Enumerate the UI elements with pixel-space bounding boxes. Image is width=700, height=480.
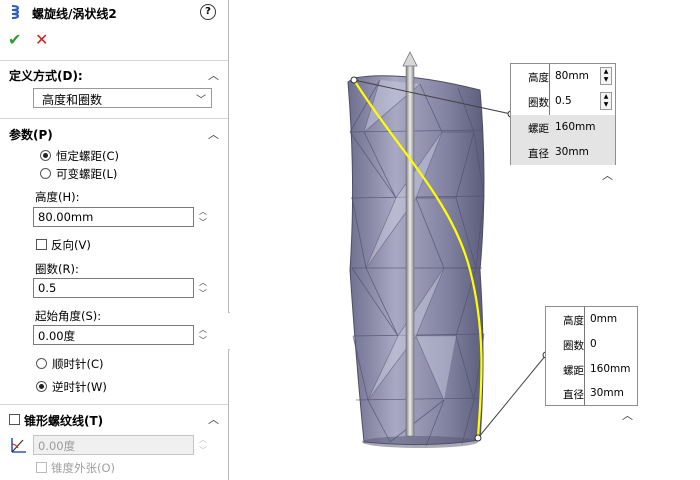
clockwise-label: 顺时针(C) (52, 357, 104, 371)
callout-top[interactable]: 高度 80mm ▲ ▼ 圈数 0.5 ▲ ▼ 螺距 160mm 直径 30mm (510, 63, 616, 165)
chevron-up-icon[interactable]: ︿ (197, 206, 209, 217)
axis-arrow-icon[interactable] (402, 51, 418, 67)
taper-angle-input[interactable]: 0.00度 (33, 435, 194, 455)
checkmark-icon: ✔ (8, 30, 22, 49)
constant-pitch-radio[interactable] (40, 150, 51, 161)
help-icon[interactable]: ? (200, 4, 216, 20)
revolutions-stepper[interactable]: ︿ ﹀ (197, 277, 209, 299)
callout-bottom[interactable]: 高度 0mm 圈数 0 螺距 160mm 直径 30mm (545, 306, 638, 406)
counter-clockwise-radio[interactable] (36, 381, 47, 392)
height-label: 高度(H): (35, 190, 80, 204)
chevron-up-icon[interactable]: ︿ (197, 277, 209, 288)
taper-angle-icon (11, 438, 26, 453)
callout-row: 直径 30mm (563, 387, 624, 401)
ok-button[interactable]: ✔ (8, 30, 21, 49)
revolutions-label: 圈数(R): (35, 262, 79, 276)
section-header-parameters[interactable]: 参数(P) ︿ (0, 122, 228, 144)
taper-angle-stepper[interactable]: ︿ ﹀ (197, 434, 209, 456)
callout-row: 高度 0mm (563, 313, 618, 327)
close-icon: ✕ (35, 30, 49, 49)
clockwise-radio[interactable] (36, 358, 47, 369)
model-base (362, 436, 478, 448)
callout-row: 圈数 0 (563, 338, 597, 352)
callout-row: 螺距 160mm (511, 115, 615, 140)
taper-checkbox[interactable] (9, 414, 20, 425)
divider (0, 118, 228, 119)
start-angle-input[interactable]: 0.00度 (33, 325, 194, 345)
callout-collapse-icon[interactable]: ︿ (602, 167, 613, 183)
chevron-down-icon[interactable]: ﹀ (197, 445, 209, 456)
helix-end-point[interactable] (474, 434, 482, 442)
helix-axis[interactable] (405, 63, 415, 437)
taper-outward-checkbox[interactable] (36, 462, 47, 473)
callout-row: 螺距 160mm (563, 363, 631, 377)
start-angle-label: 起始角度(S): (35, 309, 102, 323)
taper-outward-label: 锥度外张(O) (51, 461, 116, 475)
variable-pitch-label: 可变螺距(L) (56, 167, 118, 181)
taper-section-title: 锥形螺纹线(T) (24, 414, 104, 428)
callout-stepper[interactable]: ▲ ▼ (600, 92, 612, 110)
definition-select[interactable]: 高度和圈数 ﹀ (33, 88, 212, 108)
section-title: 定义方式(D): (9, 69, 83, 83)
helix-feature-icon (11, 5, 19, 19)
chevron-down-icon[interactable]: ﹀ (197, 335, 209, 346)
divider (0, 404, 228, 405)
start-angle-stepper[interactable]: ︿ ﹀ (197, 324, 209, 346)
callout-stepper[interactable]: ▲ ▼ (600, 67, 612, 85)
callout-row: 直径 30mm (511, 140, 615, 165)
reverse-checkbox[interactable] (36, 239, 47, 250)
variable-pitch-radio[interactable] (40, 168, 51, 179)
panel-title: 螺旋线/涡状线2 (32, 7, 117, 21)
reverse-label: 反向(V) (51, 238, 91, 252)
divider (0, 60, 228, 61)
chevron-down-icon: ﹀ (196, 95, 206, 106)
height-stepper[interactable]: ︿ ﹀ (197, 206, 209, 228)
callout-row[interactable]: 高度 80mm ▲ ▼ (511, 64, 615, 89)
property-manager: 螺旋线/涡状线2 ? ✔ ✕ 定义方式(D): ︿ 高度和圈数 ﹀ 参数(P) … (0, 0, 236, 480)
chevron-up-icon[interactable]: ︿ (208, 411, 219, 427)
height-input[interactable]: 80.00mm (33, 207, 194, 227)
leader-line-bottom (477, 354, 547, 439)
constant-pitch-label: 恒定螺距(C) (56, 149, 120, 163)
graphics-viewport[interactable]: 高度 80mm ▲ ▼ 圈数 0.5 ▲ ▼ 螺距 160mm 直径 30mm ︿ … (230, 0, 700, 480)
callout-row[interactable]: 圈数 0.5 ▲ ▼ (511, 89, 615, 114)
chevron-up-icon: ︿ (208, 69, 219, 82)
chevron-up-icon[interactable]: ︿ (197, 434, 209, 445)
chevron-up-icon: ︿ (208, 128, 219, 141)
chevron-down-icon[interactable]: ﹀ (197, 288, 209, 299)
counter-clockwise-label: 逆时针(W) (52, 380, 107, 394)
section-header-definition[interactable]: 定义方式(D): ︿ (0, 63, 228, 85)
section-title: 参数(P) (9, 128, 53, 142)
chevron-up-icon[interactable]: ︿ (197, 324, 209, 335)
revolutions-input[interactable]: 0.5 (33, 278, 194, 298)
chevron-down-icon[interactable]: ﹀ (197, 217, 209, 228)
cancel-button[interactable]: ✕ (35, 30, 48, 49)
helix-start-point[interactable] (350, 76, 358, 84)
callout-collapse-icon[interactable]: ︿ (622, 407, 633, 423)
